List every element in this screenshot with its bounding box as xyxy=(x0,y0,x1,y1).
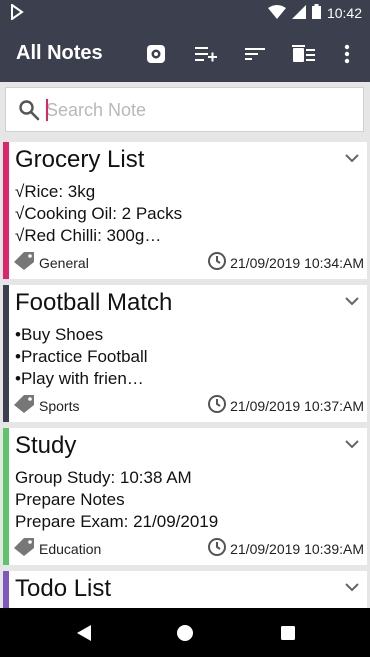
timestamp-label: 21/09/2019 10:34:AM xyxy=(230,254,364,271)
note-category: General xyxy=(13,251,89,274)
delete-icon[interactable] xyxy=(291,41,317,67)
add-list-icon[interactable] xyxy=(193,41,219,67)
chevron-down-icon[interactable] xyxy=(345,436,359,454)
note-card[interactable]: Todo List xyxy=(3,571,367,608)
chevron-down-icon[interactable] xyxy=(345,150,359,168)
note-category: Education xyxy=(13,537,101,560)
settings-icon[interactable] xyxy=(143,41,169,67)
search-input[interactable] xyxy=(46,95,346,125)
search-icon xyxy=(18,99,40,126)
status-time: 10:42 xyxy=(326,5,362,21)
note-line: Prepare Exam: 21/09/2019 xyxy=(15,512,219,531)
sort-icon[interactable] xyxy=(242,41,268,67)
note-line: •Play with frien… xyxy=(15,369,144,388)
clock-icon xyxy=(207,394,227,417)
category-label: Sports xyxy=(39,397,80,414)
category-label: General xyxy=(39,254,89,271)
note-line: Group Study: 10:38 AM xyxy=(15,468,192,487)
note-card[interactable]: Football Match •Buy Shoes •Practice Foot… xyxy=(3,285,367,422)
back-icon[interactable] xyxy=(71,620,97,646)
note-title: Study xyxy=(15,432,77,459)
clock-icon xyxy=(207,251,227,274)
timestamp-label: 21/09/2019 10:37:AM xyxy=(230,397,364,414)
signal-icon xyxy=(291,4,306,22)
wifi-icon xyxy=(267,4,286,22)
chevron-down-icon[interactable] xyxy=(345,293,359,311)
note-category: Sports xyxy=(13,394,79,417)
note-line: √Red Chilli: 300g… xyxy=(15,226,162,245)
clock-icon xyxy=(207,537,227,560)
tag-icon xyxy=(13,394,35,417)
more-vert-icon[interactable] xyxy=(334,41,360,67)
note-card[interactable]: Grocery List √Rice: 3kg √Cooking Oil: 2 … xyxy=(3,142,367,279)
page-title: All Notes xyxy=(16,42,103,64)
timestamp-label: 21/09/2019 10:39:AM xyxy=(230,540,364,557)
battery-icon xyxy=(311,4,321,22)
play-store-icon xyxy=(10,3,24,25)
status-bar: 10:42 xyxy=(0,0,370,26)
text-cursor xyxy=(46,99,48,121)
note-line: •Buy Shoes xyxy=(15,325,104,344)
note-line: Prepare Notes xyxy=(15,490,125,509)
note-line: √Cooking Oil: 2 Packs xyxy=(15,204,183,223)
app-bar: All Notes xyxy=(0,26,370,82)
navigation-bar xyxy=(0,608,370,657)
note-timestamp: 21/09/2019 10:39:AM xyxy=(207,537,364,560)
note-card[interactable]: Study Group Study: 10:38 AM Prepare Note… xyxy=(3,428,367,565)
note-title: Grocery List xyxy=(15,146,145,173)
note-title: Football Match xyxy=(15,289,173,316)
note-title: Todo List xyxy=(15,575,112,602)
home-icon[interactable] xyxy=(172,620,198,646)
category-label: Education xyxy=(39,540,102,557)
search-bar xyxy=(5,87,364,132)
recents-icon[interactable] xyxy=(275,620,301,646)
note-timestamp: 21/09/2019 10:37:AM xyxy=(207,394,364,417)
note-line: √Rice: 3kg xyxy=(15,182,96,201)
chevron-down-icon[interactable] xyxy=(345,579,359,597)
note-timestamp: 21/09/2019 10:34:AM xyxy=(207,251,364,274)
tag-icon xyxy=(13,537,35,560)
note-line: •Practice Football xyxy=(15,347,148,366)
tag-icon xyxy=(13,251,35,274)
